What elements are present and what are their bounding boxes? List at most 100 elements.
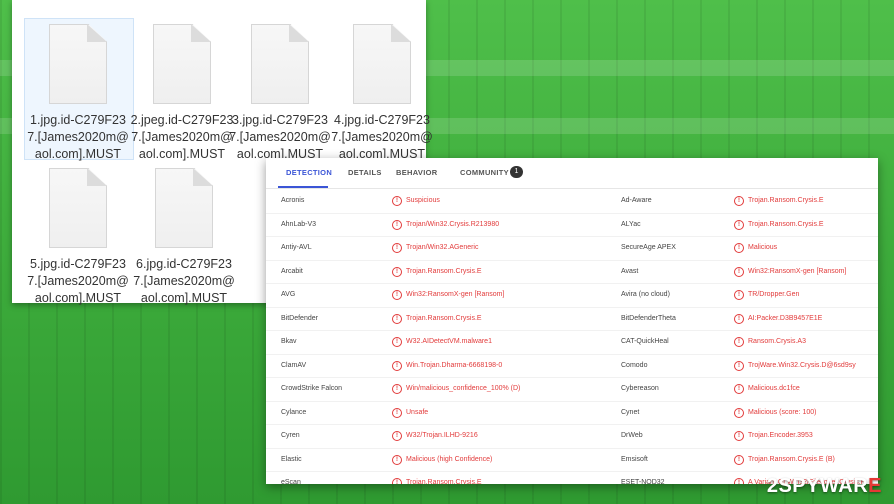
file-item[interactable]: 3.jpg.id-C279F237.[James2020m@aol.com].M… <box>228 24 332 163</box>
tab-behavior[interactable]: BEHAVIOR <box>396 168 437 177</box>
tab-bar: DETECTION DETAILS BEHAVIOR COMMUNITY 1 <box>266 158 878 189</box>
engine-name: Ad-Aware <box>621 197 652 204</box>
detection-result: Trojan.Ransom.Crysis.E <box>406 314 482 322</box>
file-name: 1.jpg.id-C279F237.[James2020m@aol.com].M… <box>27 113 129 161</box>
alert-circle-icon: ! <box>734 313 744 324</box>
detection-result: Win32:RansomX-gen [Ransom] <box>406 291 505 298</box>
detection-result: Trojan.Ransom.Crysis.E <box>748 220 824 228</box>
file-item[interactable]: 2.jpeg.id-C279F237.[James2020m@aol.com].… <box>130 24 234 163</box>
detection-result: Malicious (high Confidence) <box>406 455 493 463</box>
detection-row: Antiy-AVL! Trojan/Win32.AGeneric SecureAge… <box>266 237 878 261</box>
watermark-main: SPYWAR <box>778 475 869 497</box>
detection-row: Elastic! Malicious (high Confidence) Emsis… <box>266 449 878 472</box>
detection-result: Win32:RansomX-gen [Ransom] <box>748 267 847 275</box>
alert-circle-icon: ! <box>392 266 402 277</box>
alert-circle-icon: ! <box>734 243 744 253</box>
engine-name: Emsisoft <box>621 455 648 463</box>
alert-circle-icon: ! <box>734 219 744 230</box>
engine-name: Arcabit <box>281 267 303 275</box>
alert-circle-icon: ! <box>392 243 402 253</box>
document-icon <box>49 168 107 248</box>
document-icon <box>251 24 309 104</box>
alert-circle-icon: ! <box>392 360 402 371</box>
document-icon <box>353 24 411 104</box>
detection-result: Trojan.Ransom.Crysis.E <box>748 197 824 204</box>
detection-row: ClamAV! Win.Trojan.Dharma-6668198-0 Comodo… <box>266 355 878 378</box>
engine-name: SecureAge APEX <box>621 244 676 251</box>
detection-result: Trojan.Ransom.Crysis.E (B) <box>748 455 835 463</box>
file-item[interactable]: 4.jpg.id-C279F237.[James2020m@aol.com].M… <box>330 24 434 163</box>
detection-row: BitDefender! Trojan.Ransom.Crysis.E BitDef… <box>266 308 878 331</box>
alert-circle-icon: ! <box>392 290 402 300</box>
engine-name: Comodo <box>621 361 648 369</box>
detection-result: Trojan/Win32.AGeneric <box>406 244 479 251</box>
file-name: 2.jpeg.id-C279F237.[James2020m@aol.com].… <box>130 113 234 161</box>
tab-details[interactable]: DETAILS <box>348 168 382 177</box>
engine-name: Cybereason <box>621 385 659 392</box>
file-item[interactable]: 5.jpg.id-C279F237.[James2020m@aol.com].M… <box>26 168 130 307</box>
alert-circle-icon: ! <box>734 384 744 394</box>
detection-result: TrojWare.Win32.Crysis.D@6sd9sy <box>748 361 856 369</box>
detection-row: Arcabit! Trojan.Ransom.Crysis.E Avast! Win3… <box>266 261 878 284</box>
alert-circle-icon: ! <box>734 478 744 484</box>
detection-result: Win/malicious_confidence_100% (D) <box>406 385 521 392</box>
detection-result: W32/Trojan.ILHD-9216 <box>406 432 478 439</box>
alert-circle-icon: ! <box>734 407 744 418</box>
virustotal-panel: DETECTION DETAILS BEHAVIOR COMMUNITY 1 A… <box>266 158 878 484</box>
engine-name: CrowdStrike Falcon <box>281 385 343 392</box>
detection-row: Cylance! Unsafe Cynet! Malicious (score: 10… <box>266 402 878 425</box>
file-name: 4.jpg.id-C279F237.[James2020m@aol.com].M… <box>331 113 433 161</box>
detection-result: Ransom.Crysis.A3 <box>748 338 806 345</box>
file-name: 6.jpg.id-C279F237.[James2020m@aol.com].M… <box>133 257 235 305</box>
file-name: 3.jpg.id-C279F237.[James2020m@aol.com].M… <box>229 113 331 161</box>
detection-result: Malicious <box>748 244 778 251</box>
engine-name: Avira (no cloud) <box>621 291 670 298</box>
detection-result: Suspicious <box>406 197 440 204</box>
watermark-suffix: E <box>868 475 882 497</box>
alert-circle-icon: ! <box>734 454 744 465</box>
alert-circle-icon: ! <box>392 384 402 394</box>
detection-result: Malicious (score: 100) <box>748 408 817 416</box>
detection-result: AI:Packer.D3B9457E1E <box>748 314 823 322</box>
engine-name: Acronis <box>281 197 305 204</box>
alert-circle-icon: ! <box>734 266 744 277</box>
detection-row: Cyren! W32/Trojan.ILHD-9216 DrWeb! Trojan.E… <box>266 425 878 449</box>
detection-result: Trojan.Ransom.Crysis.E <box>406 479 482 484</box>
alert-circle-icon: ! <box>392 478 402 484</box>
alert-circle-icon: ! <box>392 431 402 441</box>
alert-circle-icon: ! <box>392 196 402 206</box>
detection-row: Acronis! Suspicious Ad-Aware! Trojan.Ransom… <box>266 190 878 214</box>
detection-result: Trojan.Ransom.Crysis.E <box>406 267 482 275</box>
engine-name: DrWeb <box>621 432 643 439</box>
alert-circle-icon: ! <box>734 290 744 300</box>
engine-name: CAT-QuickHeal <box>621 338 669 345</box>
alert-circle-icon: ! <box>392 313 402 324</box>
engine-name: Cylance <box>281 408 307 416</box>
document-icon <box>49 24 107 104</box>
document-icon <box>155 168 213 248</box>
engine-name: ClamAV <box>281 361 307 369</box>
detection-row: CrowdStrike Falcon! Win/malicious_confide… <box>266 378 878 402</box>
alert-circle-icon: ! <box>734 196 744 206</box>
document-icon <box>153 24 211 104</box>
engine-name: Elastic <box>281 455 302 463</box>
file-item[interactable]: 6.jpg.id-C279F237.[James2020m@aol.com].M… <box>132 168 236 307</box>
community-count-badge: 1 <box>510 166 523 178</box>
engine-name: Bkav <box>281 338 297 345</box>
tab-community[interactable]: COMMUNITY <box>460 168 509 177</box>
detection-result: Malicious.dc1fce <box>748 385 800 392</box>
engine-name: Cynet <box>621 408 640 416</box>
active-tab-indicator <box>278 186 328 188</box>
detection-result: Trojan/Win32.Crysis.R213980 <box>406 220 500 228</box>
engine-name: ALYac <box>621 220 641 228</box>
watermark-logo: 2SPYWARE <box>767 475 882 498</box>
engine-name: BitDefender <box>281 314 318 322</box>
engine-name: Antiy-AVL <box>281 244 312 251</box>
detection-result: W32.AIDetectVM.malware1 <box>406 338 492 345</box>
tab-detection[interactable]: DETECTION <box>286 168 332 177</box>
engine-name: AVG <box>281 291 296 298</box>
engine-name: Avast <box>621 267 639 275</box>
detection-row: AhnLab-V3! Trojan/Win32.Crysis.R213980 ALY… <box>266 214 878 237</box>
detection-result: Win.Trojan.Dharma-6668198-0 <box>406 361 503 369</box>
alert-circle-icon: ! <box>734 360 744 371</box>
